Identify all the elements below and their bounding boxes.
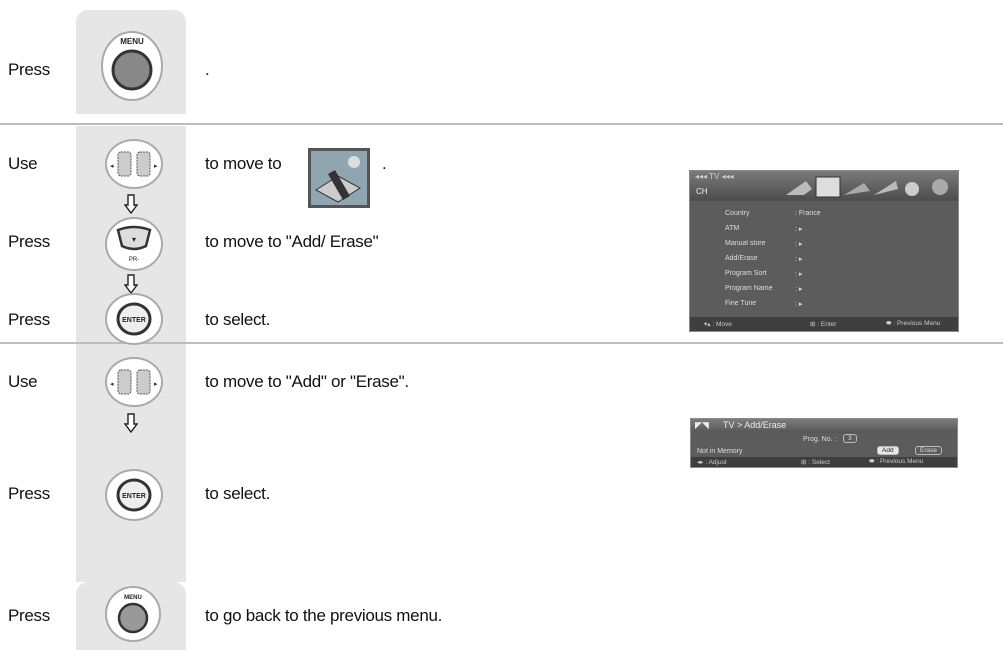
step-desc: to move to "Add" or "Erase". (205, 372, 409, 391)
menu-row-label: Fine Tune (725, 300, 757, 307)
tv-label: ◂◂◂ TV ◂◂◂ (695, 172, 734, 181)
enter-button-icon: ENTER (105, 293, 163, 345)
menu-row-value: : ▸ (795, 256, 803, 263)
menu-button-label: MENU (124, 595, 142, 601)
step-word: Press (8, 606, 50, 625)
step-trail: . (382, 154, 387, 173)
menu-row-value: : ▸ (795, 241, 803, 248)
step-desc: to select. (205, 310, 271, 329)
menu-row-value: : ▸ (795, 271, 803, 278)
panel-footer: ▾▴ : Move ⊞ : Enter ⬬ : Previous Menu (690, 317, 958, 331)
menu-row-label: Add/Erase (725, 255, 758, 262)
panel-header: ◤◥ TV > Add/Erase (691, 419, 957, 433)
down-arrow-icon (124, 194, 138, 214)
enter-button-label: ENTER (122, 493, 146, 500)
footer-move: ▾▴ : Move (704, 321, 732, 328)
enter-button-icon: ENTER (105, 469, 163, 521)
menu-row-value: : France (795, 210, 821, 217)
menu-row-label: Country (725, 210, 750, 217)
channel-menu-icon (308, 148, 370, 208)
down-button-icon: ▾ PR- (105, 217, 163, 271)
step-desc: to go back to the previous menu. (205, 606, 443, 625)
prog-label: Prog. No. : (803, 436, 837, 443)
svg-text:◂: ◂ (110, 381, 114, 388)
left-right-button-icon: ◂ ▸ (105, 357, 163, 407)
tv-back-icon: ◤◥ (695, 420, 709, 430)
menu-row-label: Program Sort (725, 270, 767, 277)
menu-row-value: : ▸ (795, 286, 803, 293)
svg-text:▾: ▾ (132, 235, 136, 244)
menu-row-label: Manual store (725, 240, 766, 247)
section-label: CH (696, 187, 708, 196)
menu-row-value: : ▸ (795, 301, 803, 308)
down-arrow-icon (124, 274, 138, 294)
left-right-button-icon: ◂ ▸ (105, 139, 163, 189)
menu-row[interactable]: Country : France (690, 207, 958, 222)
panel-header: ◂◂◂ TV ◂◂◂ CH (690, 171, 958, 201)
step-desc: to move to "Add/ Erase" (205, 232, 379, 251)
memory-status: Not in Memory (697, 448, 743, 455)
menu-row-value: : ▸ (795, 226, 803, 233)
erase-button[interactable]: Erase (915, 446, 942, 455)
footer-select: ⊞ : Select (801, 459, 830, 466)
menu-button-icon: MENU (101, 31, 163, 101)
enter-button-label: ENTER (122, 317, 146, 324)
menu-row[interactable]: ATM : ▸ (690, 222, 958, 237)
step-word: Use (8, 372, 38, 391)
svg-text:◂: ◂ (110, 163, 114, 170)
down-arrow-icon (124, 413, 138, 433)
footer-prev: ⬬ : Previous Menu (869, 458, 924, 465)
menu-row[interactable]: Add/Erase : ▸ (690, 252, 958, 267)
menu-row[interactable]: Program Sort : ▸ (690, 267, 958, 282)
step-desc: to move to (205, 154, 282, 173)
menu-button-icon: MENU (105, 586, 161, 642)
channel-menu-panel: ◂◂◂ TV ◂◂◂ CH Country : France ATM : ▸ Man… (689, 170, 959, 332)
menu-row[interactable]: Manual store : ▸ (690, 237, 958, 252)
step-word: Press (8, 232, 50, 251)
add-erase-panel: ◤◥ TV > Add/Erase Prog. No. : 3 Not in M… (690, 418, 958, 468)
panel-footer: ◂▸ : Adjust ⊞ : Select ⬬ : Previous Menu (691, 457, 957, 467)
step-word: Press (8, 484, 50, 503)
panel-title: TV > Add/Erase (723, 420, 787, 430)
step-word: Press (8, 310, 50, 329)
footer-prev: ⬬ : Previous Menu (886, 320, 941, 327)
step-word: Use (8, 154, 38, 173)
menu-row[interactable]: Program Name : ▸ (690, 282, 958, 297)
footer-enter: ⊞ : Enter (810, 321, 837, 328)
status-row: Not in Memory Add Erase (691, 446, 957, 457)
menu-row-label: Program Name (725, 285, 773, 292)
down-button-label: PR- (129, 257, 139, 263)
menu-button-label: MENU (120, 37, 144, 46)
menu-row[interactable]: Fine Tune : ▸ (690, 297, 958, 312)
step-word: Press (8, 60, 50, 79)
divider (0, 123, 1003, 125)
menu-row-label: ATM (725, 225, 740, 232)
step-desc: . (205, 60, 210, 79)
menu-category-icons (786, 176, 948, 198)
svg-text:▸: ▸ (154, 381, 158, 388)
footer-adjust: ◂▸ : Adjust (697, 459, 727, 466)
step-desc: to select. (205, 484, 271, 503)
svg-text:▸: ▸ (154, 163, 158, 170)
add-button[interactable]: Add (877, 446, 899, 455)
prog-row: Prog. No. : 3 (691, 433, 957, 447)
prog-number[interactable]: 3 (843, 434, 857, 443)
